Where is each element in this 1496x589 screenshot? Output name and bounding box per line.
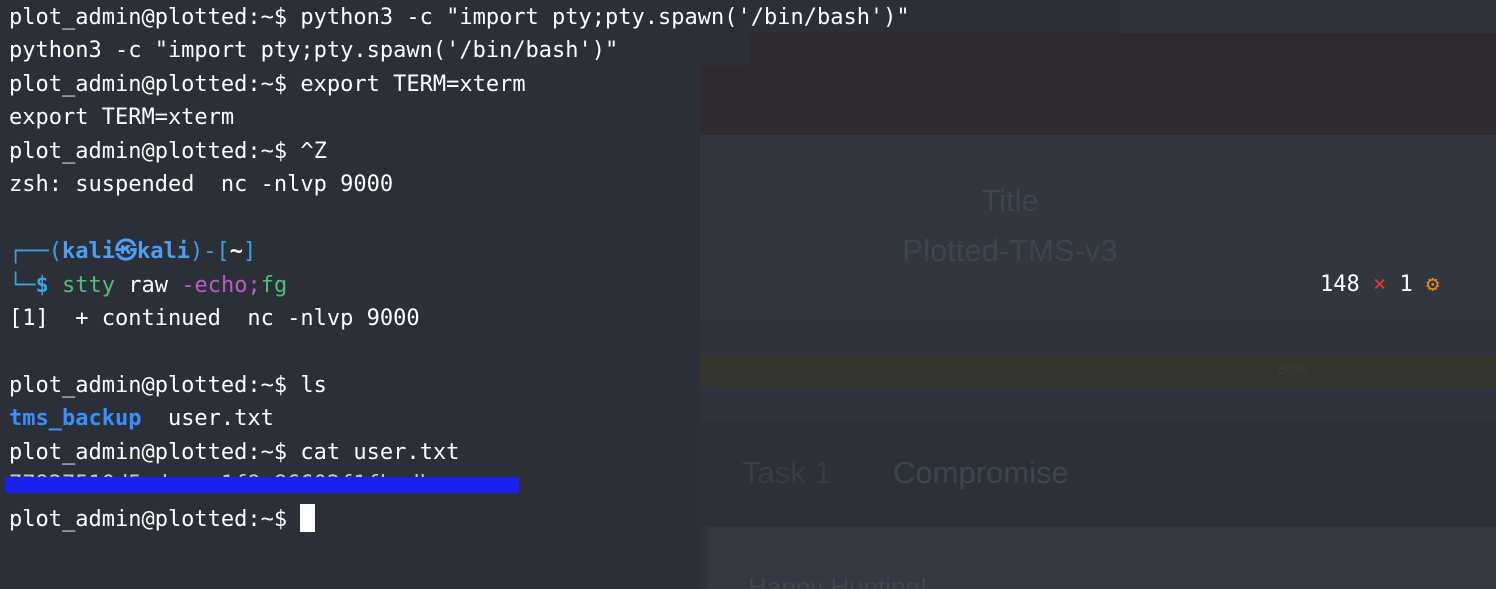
kali-command-line: └─$ stty raw -echo;fg	[9, 269, 287, 302]
terminal-rows: 1	[1399, 272, 1413, 297]
terminal-cols: 148	[1320, 272, 1360, 297]
command-fg: fg	[260, 273, 288, 298]
terminal-line-cat: plot_admin@plotted:~$ cat user.txt	[9, 440, 460, 465]
terminal-line-6: zsh: suspended nc -nlvp 9000	[9, 172, 394, 197]
terminal-size-status: 148 × 1 ⚙	[1320, 270, 1439, 300]
command-stty: stty	[62, 273, 115, 298]
terminal-line-5: plot_admin@plotted:~$ ^Z	[9, 139, 327, 164]
terminal-background-line2	[700, 33, 750, 66]
close-x-icon: ×	[1373, 272, 1387, 297]
ls-output-file: user.txt	[141, 406, 274, 431]
terminal-line-ls: plot_admin@plotted:~$ ls	[9, 373, 327, 398]
terminal-line-final[interactable]: plot_admin@plotted:~$	[9, 503, 316, 536]
screen: Title Plotted-TMS-v3 80% Task 1 Compromi…	[0, 0, 1496, 589]
terminal-window[interactable]: plot_admin@plotted:~$ python3 -c "import…	[0, 0, 1496, 589]
terminal-line-4: export TERM=xterm	[9, 105, 235, 130]
kali-prompt-close: ]	[242, 239, 257, 264]
kali-prompt-corner: └─	[9, 273, 36, 298]
terminal-line-2: python3 -c "import pty;pty.spawn('/bin/b…	[9, 38, 619, 63]
command-semicolon: ;	[247, 273, 261, 298]
terminal-line-1: plot_admin@plotted:~$ python3 -c "import…	[9, 5, 910, 30]
ls-output-dir: tms_backup	[9, 406, 142, 431]
terminal-line-3: plot_admin@plotted:~$ export TERM=xterm	[9, 72, 526, 97]
kali-prompt-cwd: ~	[229, 239, 243, 264]
ls-output-line: tms_backup user.txt	[9, 402, 274, 435]
terminal-cursor	[300, 504, 316, 532]
kali-prompt-line: ┌──(kali㉿kali)-[~]	[9, 235, 256, 268]
redaction-bar	[5, 477, 519, 493]
command-flag-echo: -echo	[181, 273, 248, 298]
kali-prompt-dollar: $	[35, 273, 49, 298]
kali-prompt-mid: )-[	[189, 239, 230, 264]
terminal-line-continued: [1] + continued nc -nlvp 9000	[9, 306, 420, 331]
gear-icon: ⚙	[1426, 272, 1440, 297]
kali-prompt-open: ┌──(	[9, 239, 62, 264]
command-arg-raw: raw	[128, 273, 168, 298]
final-prompt: plot_admin@plotted:~$	[9, 507, 301, 532]
kali-prompt-user: kali㉿kali	[61, 239, 190, 264]
